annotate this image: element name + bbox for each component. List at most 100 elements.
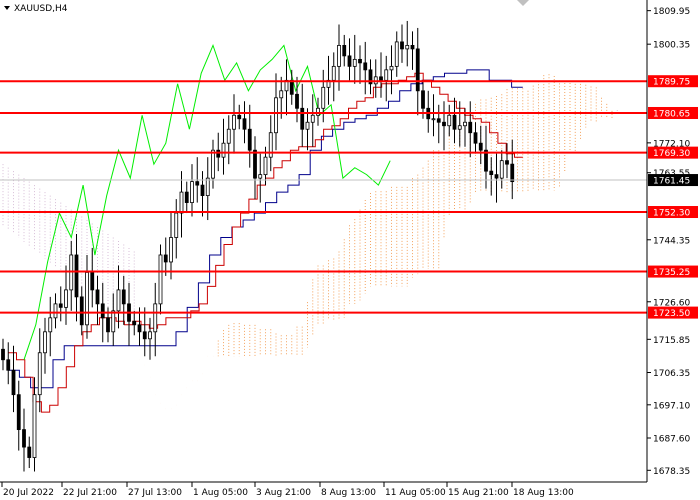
- candle-body: [279, 90, 284, 99]
- candle-body: [158, 254, 163, 305]
- level-price-label: 1735.25: [653, 268, 690, 278]
- candle-body: [153, 303, 158, 333]
- candle-body: [169, 237, 173, 263]
- y-tick-label: 1809.95: [653, 7, 690, 17]
- candle-body: [310, 114, 315, 123]
- candle-body: [43, 331, 47, 354]
- candle-body: [410, 45, 415, 50]
- candle-body: [316, 107, 320, 116]
- candle-body: [200, 184, 205, 196]
- level-price-label: 1780.65: [653, 109, 690, 119]
- candle-body: [53, 303, 58, 319]
- x-tick-label: 20 Jul 2022: [3, 488, 54, 498]
- candle-body: [142, 331, 147, 340]
- x-tick-label: 18 Aug 13:00: [513, 488, 574, 498]
- x-tick-label: 3 Aug 21:00: [256, 488, 311, 498]
- candle-body: [489, 170, 494, 176]
- candle-body: [111, 310, 116, 333]
- candle-body: [247, 128, 252, 151]
- candle-body: [32, 394, 37, 458]
- candle-body: [22, 429, 26, 448]
- candle-body: [226, 128, 231, 144]
- candle-body: [11, 369, 16, 396]
- candle-body: [442, 121, 446, 127]
- candle-body: [421, 90, 425, 109]
- candle-body: [232, 114, 236, 130]
- y-tick-label: 1678.35: [653, 467, 690, 477]
- candle-body: [510, 163, 515, 183]
- candle-body: [6, 359, 11, 371]
- candle-body: [321, 86, 326, 109]
- y-tick-label: 1744.35: [653, 236, 690, 246]
- candle-body: [468, 121, 473, 134]
- candle-body: [163, 254, 168, 263]
- candle-body: [242, 118, 247, 130]
- y-tick-label: 1697.10: [653, 401, 690, 411]
- level-price-label: 1723.50: [653, 309, 690, 319]
- candle-body: [394, 41, 399, 67]
- y-tick-label: 1800.35: [653, 41, 690, 51]
- candle-body: [253, 149, 257, 179]
- candle-body: [216, 149, 221, 158]
- current-price-label: 1761.45: [653, 177, 690, 187]
- candle-body: [305, 121, 310, 130]
- candle-body: [494, 174, 499, 179]
- level-price-label: 1752.30: [653, 209, 690, 219]
- candle-body: [148, 331, 152, 340]
- candle-body: [16, 394, 21, 431]
- candle-body: [295, 93, 299, 109]
- candle-body: [1, 348, 5, 361]
- chart-canvas[interactable]: 1809.951800.351789.751780.651772.101769.…: [0, 0, 700, 500]
- x-tick-label: 27 Jul 13:00: [128, 488, 182, 498]
- x-tick-label: 22 Jul 21:00: [63, 488, 117, 498]
- candle-body: [64, 289, 68, 308]
- candle-body: [27, 446, 32, 458]
- candle-body: [258, 174, 263, 179]
- candle-body: [137, 324, 142, 333]
- candle-body: [121, 289, 126, 305]
- candle-body: [274, 97, 278, 134]
- candle-body: [457, 125, 462, 130]
- candle-body: [463, 121, 467, 127]
- candle-body: [221, 142, 226, 158]
- candle-body: [289, 79, 294, 95]
- level-price-label: 1769.30: [653, 149, 690, 159]
- chart-window[interactable]: 1809.95 1800.35 1789.75 1780.65 1772.10 1769.…: [0, 0, 700, 500]
- candle-body: [174, 212, 179, 238]
- candle-body: [347, 55, 352, 67]
- price-axis[interactable]: 1809.951800.351789.751780.651772.101769.…: [647, 7, 698, 477]
- candle-body: [431, 118, 436, 121]
- candle-body: [132, 320, 137, 326]
- candle-body: [48, 317, 53, 333]
- candle-body: [85, 272, 89, 326]
- candle-body: [179, 191, 184, 214]
- candle-body: [363, 62, 368, 71]
- candle-body: [473, 132, 478, 144]
- candle-body: [379, 76, 383, 81]
- candle-body: [331, 65, 336, 81]
- candle-body: [478, 142, 483, 151]
- candle-body: [184, 191, 189, 203]
- candle-body: [300, 107, 305, 130]
- time-axis[interactable]: 20 Jul 2022 22 Jul 21:00 27 Jul 13:00 1 Aug…: [1, 482, 574, 498]
- candle-body: [358, 58, 362, 64]
- candle-body: [415, 48, 420, 92]
- x-tick-label: 15 Aug 21:00: [448, 488, 509, 498]
- candle-body: [263, 156, 268, 176]
- candle-body: [352, 58, 357, 67]
- candle-body: [400, 41, 404, 50]
- candle-body: [447, 114, 452, 127]
- candle-body: [37, 352, 42, 396]
- candle-body: [384, 69, 389, 81]
- candle-body: [205, 177, 210, 196]
- y-tick-label: 1715.85: [653, 336, 690, 346]
- candle-body: [95, 289, 100, 305]
- candle-body: [195, 181, 200, 186]
- candle-body: [100, 303, 105, 319]
- x-tick-label: 8 Aug 13:00: [321, 488, 376, 498]
- x-tick-label: 1 Aug 05:00: [193, 488, 248, 498]
- candle-body: [436, 118, 441, 123]
- candle-body: [505, 160, 509, 165]
- candle-body: [499, 160, 504, 179]
- x-tick-label: 11 Aug 05:00: [385, 488, 446, 498]
